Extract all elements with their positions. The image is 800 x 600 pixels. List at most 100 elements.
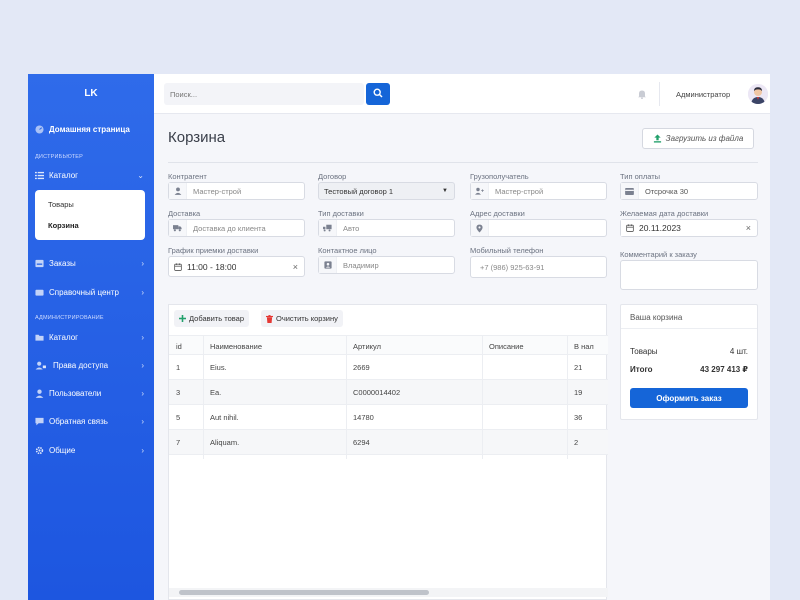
- plus-icon: [179, 315, 186, 322]
- schedule-value: 11:00 - 18:00: [187, 261, 237, 272]
- sidebar-item-users[interactable]: Пользователи ›: [34, 384, 148, 402]
- table-row[interactable]: 1 Eius. 2669 21: [169, 355, 608, 380]
- payment-value: Отсрочка 30: [645, 186, 689, 196]
- column-header-name[interactable]: Наименование: [210, 342, 262, 351]
- sidebar-item-access[interactable]: Права доступа ›: [34, 356, 148, 374]
- column-header-id[interactable]: id: [176, 342, 182, 351]
- gear-icon: [34, 445, 44, 455]
- bell-icon[interactable]: [636, 88, 648, 100]
- consignee-field[interactable]: Мастер-строй: [470, 182, 607, 200]
- phone-field[interactable]: +7 (986) 925-63-91: [470, 256, 607, 278]
- sidebar-item-label: Каталог: [49, 332, 79, 342]
- sidebar-item-label: Домашняя страница: [49, 124, 130, 134]
- column-divider: [567, 335, 568, 459]
- comment-textarea[interactable]: [620, 260, 758, 290]
- sidebar-item-general[interactable]: Общие ›: [34, 441, 148, 459]
- goods-label: Товары: [630, 347, 658, 356]
- cell-id: 1: [176, 363, 181, 372]
- place-order-button[interactable]: Оформить заказ: [630, 388, 748, 408]
- user-icon: [34, 388, 44, 398]
- card-icon: [34, 287, 44, 297]
- user-icon: [169, 183, 187, 199]
- address-label: Адрес доставки: [470, 209, 525, 218]
- payment-field[interactable]: Отсрочка 30: [620, 182, 758, 200]
- column-header-stock[interactable]: В нал: [574, 342, 594, 351]
- table-row[interactable]: 7 Aliquam. 6294 2: [169, 430, 608, 455]
- counterparty-field[interactable]: Мастер-строй: [168, 182, 305, 200]
- logo: LK: [84, 88, 98, 99]
- search-input[interactable]: [170, 83, 360, 105]
- sidebar-item-feedback[interactable]: Обратная связь ›: [34, 412, 148, 430]
- add-product-button[interactable]: Добавить товар: [174, 310, 249, 327]
- chevron-right-icon: ›: [141, 258, 144, 268]
- delivery-type-field[interactable]: Авто: [318, 219, 455, 237]
- user-name[interactable]: Администратор: [676, 90, 730, 99]
- chevron-right-icon: ›: [141, 287, 144, 297]
- cell-name: Ea.: [210, 388, 222, 397]
- column-header-description[interactable]: Описание: [489, 342, 524, 351]
- truck-icon: [169, 220, 187, 236]
- cell-name: Aliquam.: [210, 438, 240, 447]
- delivery-label: Доставка: [168, 209, 201, 218]
- sidebar-item-admin-catalog[interactable]: Каталог ›: [34, 328, 148, 346]
- delivery-type-value: Авто: [343, 223, 360, 233]
- table-row[interactable]: 3 Ea. C0000014402 19: [169, 380, 608, 405]
- clear-cart-button[interactable]: Очистить корзину: [261, 310, 343, 327]
- contract-select[interactable]: Тестовый договор 1 ▼: [318, 182, 455, 200]
- sidebar-item-home[interactable]: Домашняя страница: [34, 120, 148, 138]
- cell-name: Aut nihil.: [210, 413, 239, 422]
- avatar[interactable]: [748, 84, 768, 104]
- date-value: 20.11.2023: [639, 223, 681, 233]
- user-lock-icon: [34, 360, 48, 370]
- scrollbar-thumb[interactable]: [179, 590, 429, 595]
- upload-from-file-button[interactable]: Загрузить из файла: [642, 128, 754, 149]
- delivery-field[interactable]: Доставка до клиента: [168, 219, 305, 237]
- contract-value: Тестовый договор 1: [324, 186, 394, 196]
- contact-field[interactable]: Владимир: [318, 256, 455, 274]
- search-button[interactable]: [366, 83, 390, 105]
- sidebar-item-catalog[interactable]: Каталог ⌄: [34, 166, 148, 184]
- date-field[interactable]: 20.11.2023 ×: [620, 219, 758, 237]
- sidebar-item-orders[interactable]: Заказы ›: [34, 254, 148, 272]
- horizontal-scrollbar[interactable]: [169, 588, 608, 597]
- sidebar-item-help[interactable]: Справочный центр ›: [34, 283, 148, 301]
- submenu-item-goods[interactable]: Товары: [48, 200, 74, 209]
- sidebar-section-admin: АДМИНИСТРИРОВАНИЕ: [35, 315, 104, 321]
- submenu-item-cart[interactable]: Корзина: [48, 221, 79, 230]
- delivery-value: Доставка до клиента: [193, 223, 266, 233]
- schedule-field[interactable]: 11:00 - 18:00 ×: [168, 256, 305, 277]
- calendar-icon: [169, 258, 187, 275]
- column-header-sku[interactable]: Артикул: [353, 342, 381, 351]
- column-divider: [482, 335, 483, 459]
- total-value: 43 297 413 ₽: [700, 365, 748, 374]
- cell-sku: 14780: [353, 413, 374, 422]
- delivery-type-label: Тип доставки: [318, 209, 364, 218]
- search-icon: [373, 85, 383, 103]
- cell-stock: 19: [574, 388, 583, 397]
- cell-sku: 6294: [353, 438, 370, 447]
- cell-stock: 2: [574, 438, 579, 447]
- upload-label: Загрузить из файла: [665, 134, 744, 143]
- chevron-right-icon: ›: [141, 445, 144, 455]
- sidebar-item-label: Права доступа: [53, 360, 109, 370]
- cell-id: 5: [176, 413, 181, 422]
- clear-date-icon[interactable]: ×: [746, 223, 751, 233]
- table-row[interactable]: 5 Aut nihil. 14780 36: [169, 405, 608, 430]
- add-product-label: Добавить товар: [189, 314, 244, 323]
- topbar: Администратор: [154, 74, 770, 114]
- clear-schedule-icon[interactable]: ×: [293, 262, 298, 272]
- phone-label: Мобильный телефон: [470, 246, 544, 255]
- chevron-right-icon: ›: [141, 388, 144, 398]
- clear-cart-label: Очистить корзину: [276, 314, 338, 323]
- contact-value: Владимир: [343, 260, 379, 270]
- goods-value: 4 шт.: [729, 347, 748, 356]
- phone-value: +7 (986) 925-63-91: [480, 262, 545, 272]
- calendar-icon: [621, 220, 639, 236]
- address-field[interactable]: [470, 219, 607, 237]
- id-card-icon: [319, 257, 337, 273]
- sidebar-item-label: Общие: [49, 445, 76, 455]
- consignee-value: Мастер-строй: [495, 186, 544, 196]
- comment-icon: [34, 416, 44, 426]
- cell-sku: 2669: [353, 363, 370, 372]
- sidebar-item-label: Справочный центр: [49, 287, 119, 297]
